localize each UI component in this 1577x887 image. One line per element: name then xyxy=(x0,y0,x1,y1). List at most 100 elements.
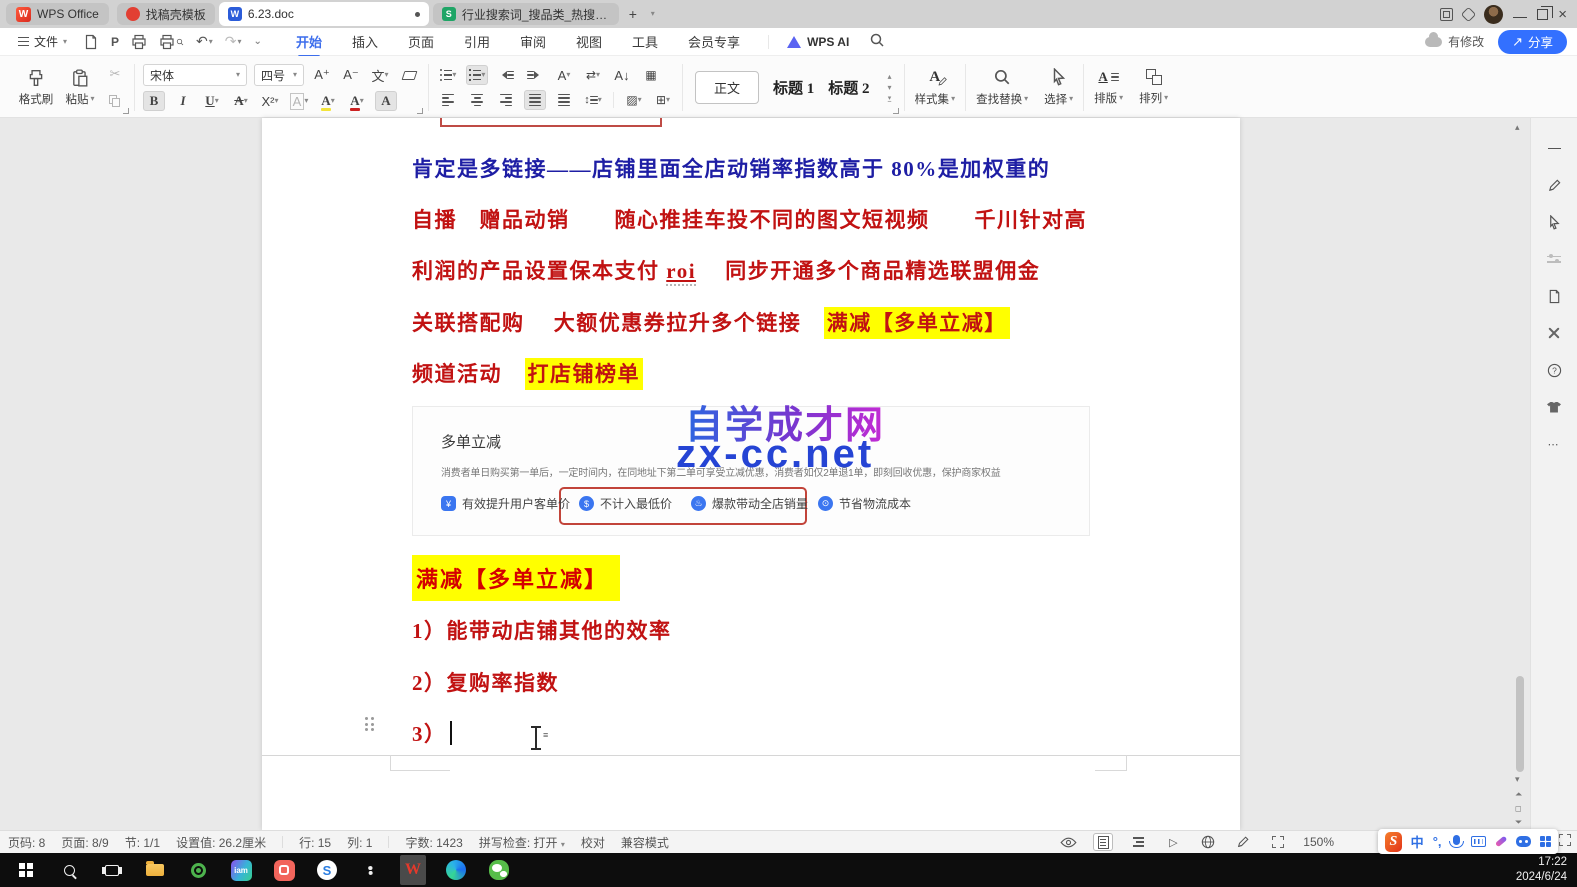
doc-tab-active[interactable]: W 6.23.doc xyxy=(219,2,429,26)
status-word-count[interactable]: 字数: 1423 xyxy=(405,834,462,851)
asian-layout-button[interactable]: ⇄▾ xyxy=(582,65,604,85)
status-page[interactable]: 页面: 8/9 xyxy=(61,834,108,851)
search-command-button[interactable] xyxy=(869,32,885,51)
close-button[interactable]: × xyxy=(1558,7,1567,22)
wps-ai-button[interactable]: WPS AI xyxy=(768,35,849,49)
layout-settings-icon[interactable] xyxy=(1440,8,1453,21)
user-avatar[interactable] xyxy=(1484,5,1503,24)
font-color-button[interactable]: A▾ xyxy=(346,91,368,111)
customize-quick-access-button[interactable]: ⌄ xyxy=(254,37,262,47)
cut-button[interactable]: ✂ xyxy=(104,64,126,84)
sync-status[interactable]: 有修改 xyxy=(1425,33,1484,50)
italic-button[interactable]: I xyxy=(172,91,194,111)
numbering-button[interactable]: ▾ xyxy=(466,65,488,85)
style-set-button[interactable]: A 样式集▾ xyxy=(907,60,964,115)
eye-protect-button[interactable] xyxy=(1058,833,1078,851)
green-app-button[interactable] xyxy=(185,855,211,885)
help-button[interactable] xyxy=(1542,358,1566,382)
strikethrough-button[interactable]: A▾ xyxy=(230,91,252,111)
print-preview-button[interactable] xyxy=(159,34,184,50)
tab-insert[interactable]: 插入 xyxy=(350,28,380,55)
collapse-panel-button[interactable] xyxy=(1542,136,1566,160)
share-button[interactable]: ↗ 分享 xyxy=(1498,30,1567,54)
status-spell-check[interactable]: 拼写检查: 打开 ▾ xyxy=(479,834,565,851)
ime-game-button[interactable] xyxy=(1516,836,1531,847)
gallery-up-button[interactable]: ▴ xyxy=(888,73,892,81)
font-name-select[interactable]: 宋体▾ xyxy=(143,64,247,86)
sort-button[interactable]: A↓ xyxy=(611,65,633,85)
borders-button[interactable]: ⊞▾ xyxy=(652,90,674,110)
highlight-color-button[interactable]: A▾ xyxy=(317,91,339,111)
outline-view-button[interactable] xyxy=(1128,833,1148,851)
status-proofread[interactable]: 校对 xyxy=(581,834,605,851)
wps-taskbar-button[interactable]: W xyxy=(400,855,426,885)
find-replace-button[interactable]: 查找替换▾ xyxy=(968,60,1036,115)
font-size-select[interactable]: 四号▾ xyxy=(254,64,304,86)
ime-punctuation-button[interactable]: °, xyxy=(1433,834,1442,849)
distribute-button[interactable] xyxy=(553,90,575,110)
pinyin-guide-button[interactable]: 文▾ xyxy=(369,65,391,85)
align-left-button[interactable] xyxy=(437,90,459,110)
tab-reference[interactable]: 引用 xyxy=(462,28,492,55)
next-page-button[interactable]: ⏷ xyxy=(1515,817,1522,828)
file-menu-button[interactable]: 文件 ▾ xyxy=(10,30,75,54)
sogou-logo-icon[interactable]: S xyxy=(1385,832,1402,852)
tab-list-dropdown-button[interactable]: ▾ xyxy=(643,4,663,24)
more-tools-button[interactable]: ⋯ xyxy=(1542,432,1566,456)
ime-voice-button[interactable] xyxy=(1451,839,1462,845)
page-view-button[interactable] xyxy=(1093,833,1113,851)
app-box-icon[interactable] xyxy=(1461,6,1477,22)
char-border-button[interactable]: A▾ xyxy=(288,91,310,111)
ime-chinese-mode-button[interactable]: 中 xyxy=(1411,832,1424,851)
tab-review[interactable]: 审阅 xyxy=(518,28,548,55)
bullets-button[interactable]: ▾ xyxy=(437,65,459,85)
line-spacing-button[interactable]: ↕▾ xyxy=(582,90,604,110)
doc-tab-sheet[interactable]: S 行业搜索词_搜品类_热搜榜_智能... xyxy=(433,3,619,25)
red-app-button[interactable] xyxy=(271,855,297,885)
status-section[interactable]: 节: 1/1 xyxy=(125,834,160,851)
settings-button[interactable] xyxy=(357,855,383,885)
sogou-browser-button[interactable]: S xyxy=(314,855,340,885)
tab-home[interactable]: 开始 xyxy=(294,28,324,55)
expand-status-button[interactable] xyxy=(1559,834,1571,846)
decrease-indent-button[interactable] xyxy=(495,65,517,85)
clear-format-button[interactable] xyxy=(398,65,420,85)
start-button[interactable] xyxy=(13,855,39,885)
web-view-button[interactable] xyxy=(1198,833,1218,851)
save-button[interactable] xyxy=(83,34,99,50)
bold-button[interactable]: B xyxy=(143,91,165,111)
tab-tools[interactable]: 工具 xyxy=(630,28,660,55)
resource-search-button[interactable] xyxy=(1542,395,1566,419)
redo-button[interactable]: ↷▾ xyxy=(225,33,242,50)
tab-view[interactable]: 视图 xyxy=(574,28,604,55)
style-normal[interactable]: 正文 xyxy=(695,71,759,104)
typeset-button[interactable]: A 排版▾ xyxy=(1086,60,1131,115)
undo-button[interactable]: ↶▾ xyxy=(196,33,213,50)
zoom-level[interactable]: 150% xyxy=(1303,835,1334,849)
document-page[interactable]: 肯定是多链接——店铺里面全店动销率指数高于 80%是加权重的 自播 赠品动销 随… xyxy=(262,118,1240,830)
increase-indent-button[interactable] xyxy=(524,65,546,85)
gallery-more-button[interactable]: ▾̲ xyxy=(888,95,892,102)
iam-app-button[interactable]: iam xyxy=(228,855,254,885)
superscript-button[interactable]: X²▾ xyxy=(259,91,281,111)
vertical-scrollbar[interactable]: ▴ ▾ ⏶ ◻ ⏷ xyxy=(1512,118,1528,830)
shrink-font-button[interactable]: A⁻ xyxy=(340,65,362,85)
annotate-pen-button[interactable] xyxy=(1542,173,1566,197)
status-page-number[interactable]: 页码: 8 xyxy=(8,834,45,851)
new-tab-button[interactable]: + xyxy=(623,4,643,24)
edge-browser-button[interactable] xyxy=(443,855,469,885)
group-expand-icon[interactable] xyxy=(123,108,129,114)
ime-toolbox-button[interactable] xyxy=(1540,836,1552,848)
wechat-button[interactable] xyxy=(486,855,512,885)
shading-fill-button[interactable]: ▨▾ xyxy=(623,90,645,110)
print-button[interactable] xyxy=(131,34,147,50)
export-pdf-button[interactable]: P xyxy=(111,35,119,49)
align-center-button[interactable] xyxy=(466,90,488,110)
grow-font-button[interactable]: A⁺ xyxy=(311,65,333,85)
ime-keyboard-button[interactable] xyxy=(1471,836,1486,847)
toolbox-button[interactable] xyxy=(1542,321,1566,345)
restore-button[interactable] xyxy=(1537,9,1548,20)
browse-object-button[interactable]: ◻ xyxy=(1515,804,1522,813)
read-mode-button[interactable]: ▷ xyxy=(1163,833,1183,851)
edit-mode-button[interactable] xyxy=(1233,833,1253,851)
